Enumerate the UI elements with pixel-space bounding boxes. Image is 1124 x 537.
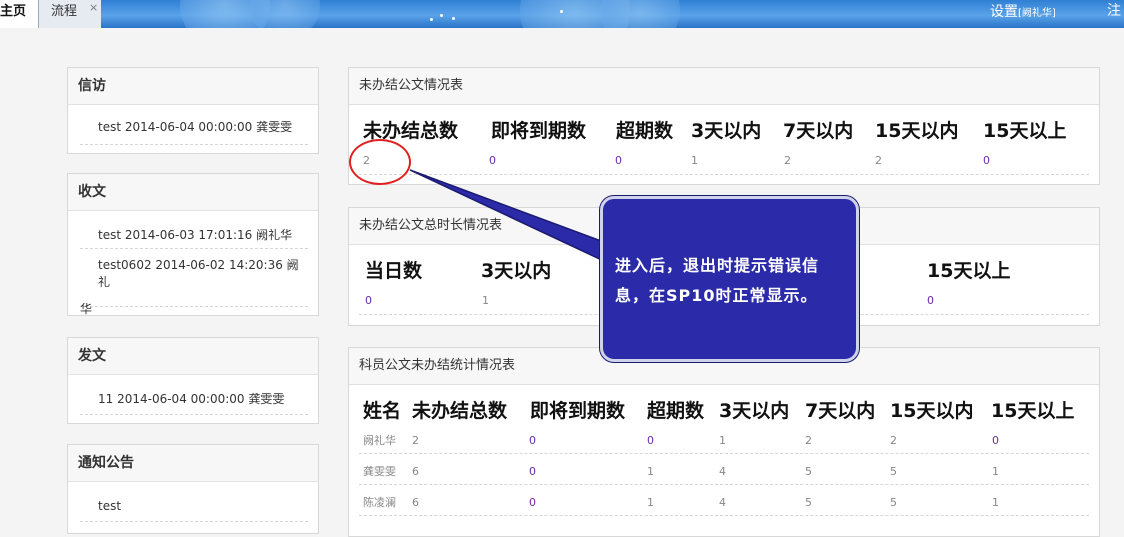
annotation-callout: 进入后，退出时提示错误信息，在SP10时正常显示。 [600,196,859,362]
callout-pointer [409,169,607,264]
annotation-text: 进入后，退出时提示错误信息，在SP10时正常显示。 [615,256,820,305]
